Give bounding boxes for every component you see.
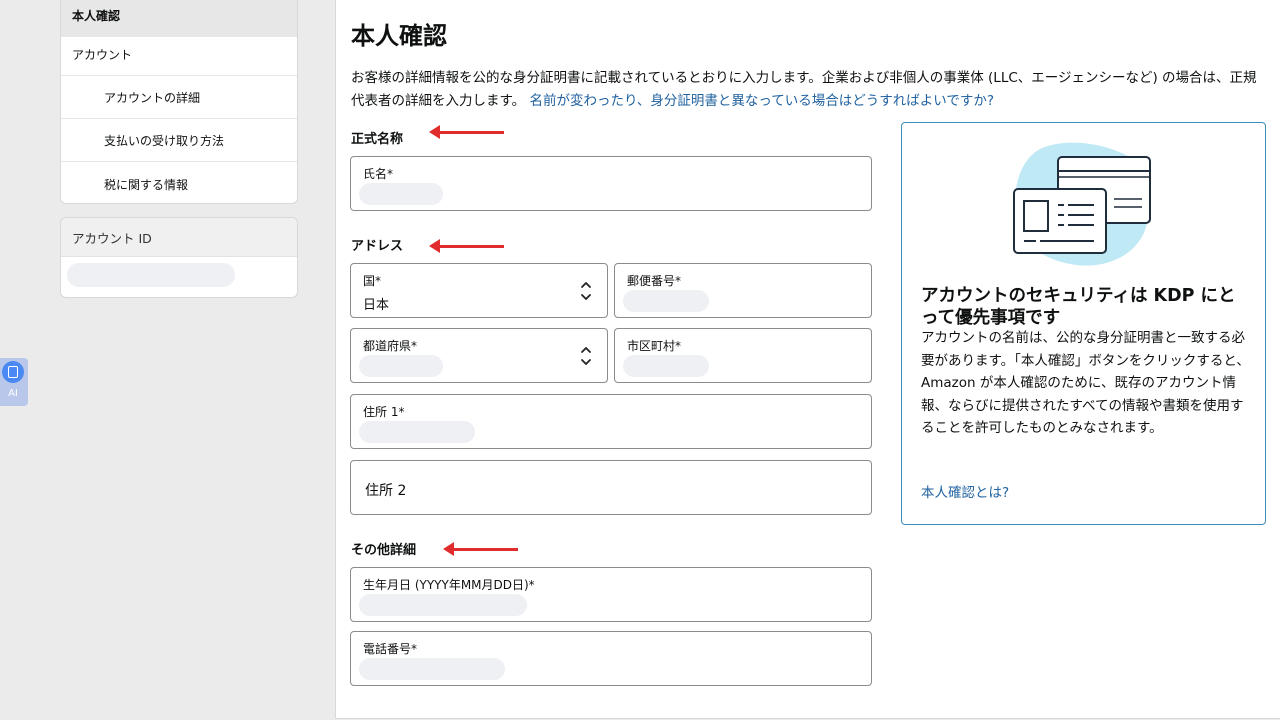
name-field[interactable]: 氏名* bbox=[350, 156, 872, 211]
postal-code-redacted bbox=[623, 290, 709, 312]
section-address: アドレス bbox=[351, 239, 404, 254]
postal-code-field[interactable]: 郵便番号* bbox=[614, 263, 872, 318]
sidebar-item-identity[interactable]: 本人確認 bbox=[61, 0, 297, 37]
country-select[interactable]: 国* 日本 bbox=[350, 263, 608, 318]
annotation-arrow bbox=[429, 125, 504, 139]
up-down-chevron-icon bbox=[581, 282, 591, 300]
annotation-arrow bbox=[443, 542, 518, 556]
info-body: アカウントの名前は、公的な身分証明書と一致する必要があります。「本人確認」ボタン… bbox=[921, 330, 1250, 436]
name-redacted bbox=[359, 183, 443, 205]
account-id-label: アカウント ID bbox=[61, 218, 297, 257]
sidebar-item-payment[interactable]: 支払いの受け取り方法 bbox=[61, 120, 297, 162]
section-official-name: 正式名称 bbox=[351, 132, 404, 147]
address2-placeholder: 住所 2 bbox=[365, 483, 407, 499]
prefecture-label: 都道府県* bbox=[363, 339, 418, 353]
birthdate-field[interactable]: 生年月日 (YYYY年MM月DD日)* bbox=[350, 567, 872, 622]
what-is-identity-verification-link[interactable]: 本人確認とは? bbox=[921, 481, 1009, 501]
phone-redacted bbox=[359, 658, 505, 680]
account-id-panel: アカウント ID bbox=[60, 217, 298, 298]
city-redacted bbox=[623, 355, 709, 377]
sidebar-item-label: アカウント bbox=[72, 48, 133, 62]
sidebar-item-label: アカウントの詳細 bbox=[104, 91, 201, 105]
page-title: 本人確認 bbox=[351, 22, 447, 50]
country-label: 国* bbox=[363, 274, 382, 288]
name-label: 氏名* bbox=[363, 167, 394, 181]
sidebar-item-account-details[interactable]: アカウントの詳細 bbox=[61, 77, 297, 119]
sidebar-item-account[interactable]: アカウント bbox=[61, 34, 297, 76]
account-id-redacted bbox=[67, 263, 235, 287]
sidebar-item-label: 税に関する情報 bbox=[104, 177, 189, 192]
section-other-details: その他詳細 bbox=[351, 543, 417, 558]
name-change-help-link[interactable]: 名前が変わったり、身分証明書と異なっている場合はどうすればよいですか? bbox=[529, 93, 994, 109]
postal-code-label: 郵便番号* bbox=[627, 274, 682, 288]
id-card-illustration bbox=[1013, 142, 1151, 266]
phone-label: 電話番号* bbox=[363, 642, 418, 656]
city-field[interactable]: 市区町村* bbox=[614, 328, 872, 383]
annotation-arrow bbox=[429, 239, 504, 253]
sidebar-item-label: 本人確認 bbox=[72, 9, 121, 23]
prefecture-redacted bbox=[359, 355, 443, 377]
address1-field[interactable]: 住所 1* bbox=[350, 394, 872, 449]
address1-redacted bbox=[359, 421, 475, 443]
birthdate-redacted bbox=[359, 594, 527, 616]
sidebar-item-tax[interactable]: 税に関する情報 bbox=[61, 163, 297, 205]
ai-assistant-widget[interactable]: AI bbox=[0, 358, 28, 406]
city-label: 市区町村* bbox=[627, 339, 682, 353]
ai-label: AI bbox=[8, 388, 18, 399]
sidebar-item-label: 支払いの受け取り方法 bbox=[104, 134, 225, 148]
document-icon bbox=[2, 361, 24, 383]
address2-field[interactable]: 住所 2 bbox=[350, 460, 872, 515]
prefecture-select[interactable]: 都道府県* bbox=[350, 328, 608, 383]
address1-label: 住所 1* bbox=[363, 405, 405, 419]
up-down-chevron-icon bbox=[581, 347, 591, 365]
country-value: 日本 bbox=[363, 298, 390, 313]
security-info-card: アカウントのセキュリティは KDP にとって優先事項です アカウントの名前は、公… bbox=[901, 122, 1266, 525]
info-heading: アカウントのセキュリティは KDP にとって優先事項です bbox=[921, 286, 1236, 328]
birthdate-label: 生年月日 (YYYY年MM月DD日)* bbox=[363, 578, 535, 592]
intro-text: お客様の詳細情報を公的な身分証明書に記載されているとおりに入力します。企業および… bbox=[351, 67, 1266, 113]
sidebar-nav: 本人確認 アカウント アカウントの詳細 支払いの受け取り方法 税に関する情報 bbox=[60, 0, 298, 204]
phone-field[interactable]: 電話番号* bbox=[350, 631, 872, 686]
